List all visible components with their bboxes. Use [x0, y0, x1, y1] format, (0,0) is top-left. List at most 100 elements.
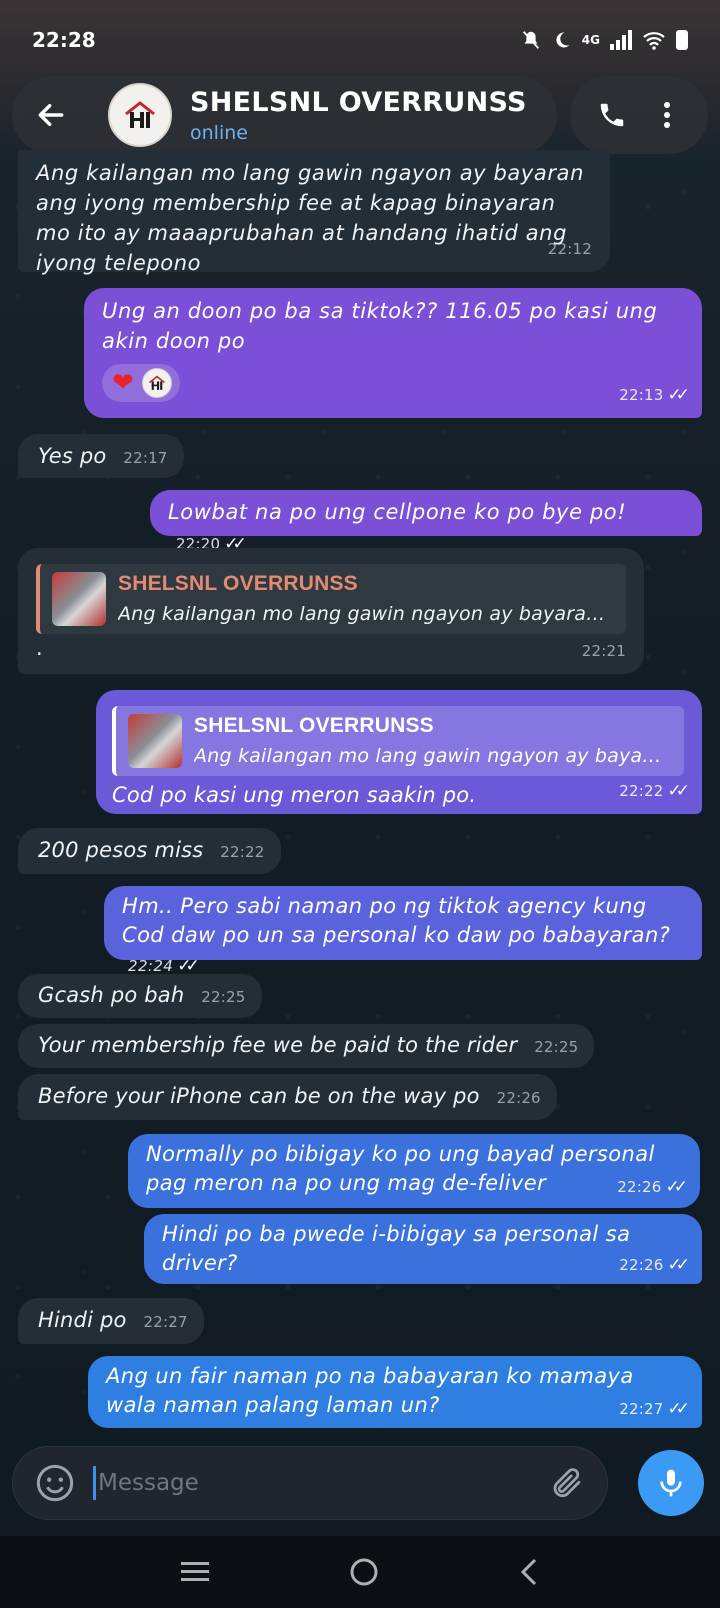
message-reaction[interactable]: ❤ — [102, 364, 180, 402]
double-check-icon: ✓✓ — [667, 1399, 690, 1419]
reply-thumbnail — [52, 572, 106, 626]
arrow-left-icon — [38, 103, 64, 127]
mute-icon — [522, 31, 539, 49]
paperclip-icon — [553, 1468, 581, 1498]
message-text: Hindi po — [38, 1308, 127, 1332]
message-outgoing[interactable]: Lowbat na po ung cellpone ko po bye po! … — [150, 490, 702, 554]
message-outgoing[interactable]: Ang un fair naman po na babayaran ko mam… — [88, 1356, 702, 1428]
double-check-icon: ✓✓ — [667, 1255, 690, 1275]
message-time: 22:26 — [619, 1256, 664, 1274]
wifi-icon — [643, 32, 665, 50]
message-outgoing[interactable]: Normally po bibigay ko po ung bayad pers… — [128, 1134, 700, 1208]
message-time: 22:17 — [123, 449, 168, 467]
message-outgoing[interactable]: SHELSNL OVERRUNSS Ang kailangan mo lang … — [96, 690, 702, 814]
phone-icon — [600, 103, 623, 127]
more-vertical-icon — [663, 102, 670, 128]
double-check-icon: ✓✓ — [667, 385, 690, 405]
message-outgoing[interactable]: Hindi po ba pwede i-bibigay sa personal … — [144, 1214, 702, 1284]
message-time: 22:13 — [619, 386, 664, 404]
network-label: 4G — [581, 33, 600, 47]
message-meta: 22:27 ✓✓ — [619, 1394, 690, 1424]
message-time: 22:12 — [547, 240, 592, 258]
message-text: Cod po kasi ung meron saakin po. — [112, 783, 477, 807]
reply-sender-name: SHELSNL OVERRUNSS — [118, 572, 358, 595]
message-text: 200 pesos miss — [38, 838, 204, 862]
home-button[interactable] — [348, 1556, 380, 1588]
message-time: 22:25 — [534, 1038, 579, 1056]
system-navigation-bar — [0, 1536, 720, 1608]
message-time: 22:22 — [220, 843, 265, 861]
back-nav-button[interactable] — [517, 1556, 541, 1588]
reply-snippet: Ang kailangan mo lang gawin ngayon ay ba… — [118, 603, 608, 625]
message-text: Ung an doon po ba sa tiktok?? 116.05 po … — [102, 299, 658, 353]
battery-icon — [676, 30, 688, 50]
contact-name: SHELSNL OVERRUNSS — [190, 86, 527, 118]
message-text: . — [36, 636, 43, 660]
reply-thumbnail — [128, 714, 182, 768]
message-time: 22:27 — [619, 1400, 664, 1418]
message-text: Ang un fair naman po na babayaran ko mam… — [106, 1364, 634, 1417]
back-button[interactable] — [12, 76, 90, 154]
message-text: Lowbat na po ung cellpone ko po bye po! — [168, 500, 627, 524]
message-incoming[interactable]: 200 pesos miss 22:22 — [18, 828, 281, 874]
message-time: 22:26 — [617, 1178, 662, 1196]
reply-snippet: Ang kailangan mo lang gawin ngayon ay ba… — [194, 745, 664, 767]
status-bar: 22:28 4G — [0, 0, 720, 80]
message-incoming[interactable]: Your membership fee we be paid to the ri… — [18, 1024, 595, 1068]
message-meta: 22:12 — [548, 234, 592, 264]
message-time: 22:21 — [581, 642, 626, 660]
message-text: Hindi po ba pwede i-bibigay sa personal … — [162, 1222, 631, 1275]
message-time: 22:22 — [619, 782, 664, 800]
chevron-left-icon — [521, 1558, 537, 1586]
call-button[interactable] — [590, 93, 634, 137]
message-meta: 22:21 — [582, 636, 626, 666]
header-actions — [570, 76, 708, 154]
message-incoming[interactable]: Before your iPhone can be on the way po … — [18, 1074, 557, 1120]
message-input[interactable] — [98, 1470, 549, 1496]
message-outgoing[interactable]: Hm.. Pero sabi naman po ng tiktok agency… — [104, 886, 702, 976]
double-check-icon: ✓✓ — [665, 1177, 688, 1197]
reply-preview[interactable]: SHELSNL OVERRUNSS Ang kailangan mo lang … — [112, 706, 684, 776]
reply-preview[interactable]: SHELSNL OVERRUNSS Ang kailangan mo lang … — [36, 564, 626, 634]
house-logo-icon — [149, 375, 165, 390]
more-options-button[interactable] — [645, 93, 689, 137]
message-incoming[interactable]: Hindi po 22:27 — [18, 1298, 204, 1344]
message-text: Hm.. Pero sabi naman po ng tiktok agency… — [122, 892, 684, 981]
message-text: Normally po bibigay ko po ung bayad pers… — [146, 1142, 655, 1195]
contact-info[interactable]: SHELSNL OVERRUNSS online — [190, 87, 527, 144]
reactor-avatar — [142, 368, 172, 398]
message-composer — [12, 1446, 608, 1520]
home-circle-icon — [350, 1558, 378, 1586]
house-logo-icon — [125, 101, 155, 128]
chat-header: SHELSNL OVERRUNSS online — [12, 76, 557, 154]
voice-record-button[interactable] — [638, 1450, 704, 1516]
message-time: 22:26 — [496, 1089, 541, 1107]
heart-icon: ❤ — [112, 368, 134, 398]
message-meta: 22:13 ✓✓ — [619, 380, 690, 410]
status-icons: 4G — [520, 29, 688, 51]
message-text: Before your iPhone can be on the way po — [38, 1084, 480, 1108]
double-check-icon: ✓✓ — [667, 781, 690, 801]
contact-avatar[interactable] — [108, 83, 172, 147]
message-incoming[interactable]: SHELSNL OVERRUNSS Ang kailangan mo lang … — [18, 548, 644, 674]
message-text: Ang kailangan mo lang gawin ngayon ay ba… — [36, 161, 584, 275]
message-meta: 22:26 ✓✓ — [617, 1172, 688, 1202]
message-time: 22:27 — [143, 1313, 188, 1331]
message-incoming[interactable]: Ang kailangan mo lang gawin ngayon ay ba… — [18, 150, 610, 275]
message-text: Yes po — [38, 444, 107, 468]
contact-status: online — [190, 121, 248, 144]
moon-icon — [556, 32, 570, 48]
message-incoming[interactable]: Gcash po bah 22:25 — [18, 974, 262, 1018]
attach-button[interactable] — [549, 1465, 585, 1501]
message-text-content: Hm.. Pero sabi naman po ng tiktok agency… — [122, 894, 671, 947]
signal-icon — [610, 30, 632, 50]
recent-apps-button[interactable] — [179, 1558, 211, 1586]
message-outgoing[interactable]: Ung an doon po ba sa tiktok?? 116.05 po … — [84, 288, 702, 418]
status-time: 22:28 — [32, 28, 96, 52]
microphone-icon — [660, 1469, 682, 1497]
message-incoming[interactable]: Yes po 22:17 — [18, 434, 184, 478]
reply-sender-name: SHELSNL OVERRUNSS — [194, 714, 434, 737]
message-text: Gcash po bah — [38, 983, 185, 1007]
emoji-button[interactable] — [35, 1463, 75, 1503]
message-meta: 22:26 ✓✓ — [619, 1250, 690, 1280]
